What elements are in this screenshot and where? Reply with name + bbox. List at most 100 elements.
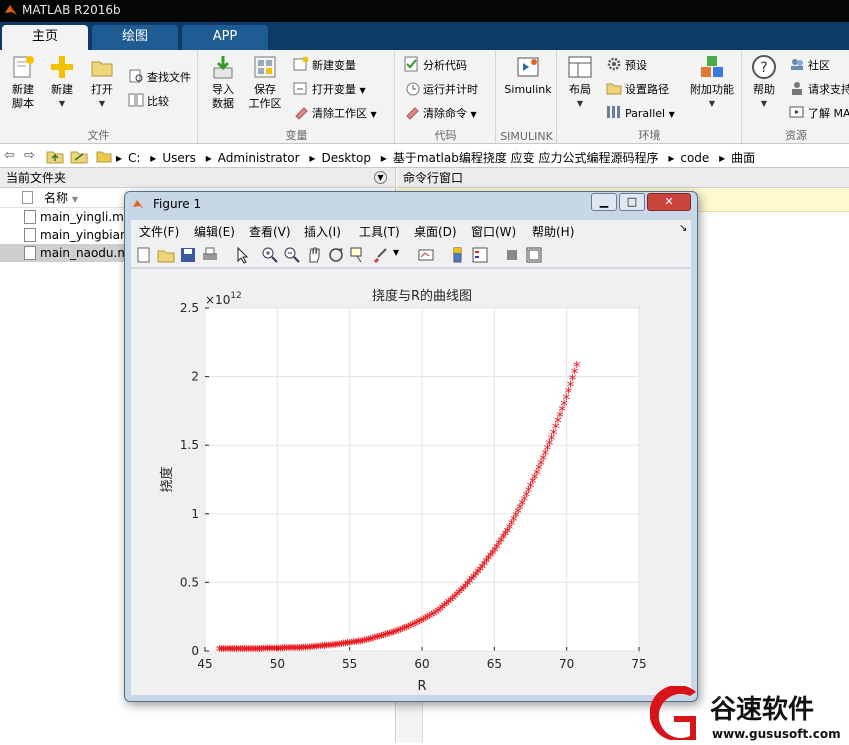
ribbon: 新建 脚本 新建 ▼ 打开 ▼ 查找文件 比较 文件 导入 数据 保存 工作区 … [0,50,849,144]
chevron-down-icon[interactable]: ▼ [393,248,399,257]
show-plot-tools-icon[interactable] [525,246,543,264]
breadcrumb-item[interactable]: Users [162,151,196,165]
rotate-3d-icon[interactable] [327,246,345,264]
save-icon[interactable] [179,246,197,264]
compare-button[interactable]: 比较 [128,92,169,112]
open-file-icon[interactable] [157,246,175,264]
data-cursor-icon[interactable] [349,246,367,264]
print-icon[interactable] [201,246,219,264]
open-variable-button[interactable]: 打开变量 ▼ [293,80,366,100]
analyze-code-button[interactable]: 分析代码 [404,56,467,76]
menu-edit[interactable]: 编辑(E) [194,223,235,240]
brush-icon[interactable] [371,246,389,264]
menu-dock-icon[interactable]: ↘ [679,223,687,234]
import-data-button[interactable]: 导入 数据 [205,54,241,111]
new-button[interactable]: 新建 ▼ [46,54,78,111]
close-button[interactable]: ✕ [647,193,691,211]
tab-plots[interactable]: 绘图 [92,25,178,50]
group-label-simulink: SIMULINK [500,130,553,143]
import-data-icon [210,54,236,80]
set-path-button[interactable]: 设置路径 [606,80,669,100]
parallel-icon [606,104,622,120]
community-button[interactable]: 社区 [789,56,830,76]
import-data-label: 导入 数据 [212,83,234,110]
y-exponent-base: ×10 [205,293,230,307]
learn-matlab-button[interactable]: 了解 MA [789,104,849,124]
clear-commands-button[interactable]: 清除命令 ▼ [404,104,477,124]
simulink-button[interactable]: Simulink [503,54,553,97]
x-tick-label: 45 [197,657,212,671]
colorbar-icon[interactable] [449,246,467,264]
y-axis-label: 挠度 [159,466,175,492]
request-support-label: 请求支持 [808,83,849,96]
open-button[interactable]: 打开 ▼ [86,54,118,111]
menu-insert[interactable]: 插入(I) [304,223,341,240]
menu-file[interactable]: 文件(F) [139,223,179,240]
figure-window[interactable]: Figure 1 ▁ □ ✕ 文件(F) 编辑(E) 查看(V) 插入(I) 工… [124,191,698,702]
x-tick-label: 65 [487,657,502,671]
find-files-icon [128,68,144,84]
browse-folder-icon[interactable] [70,148,88,168]
new-variable-button[interactable]: 新建变量 [293,56,356,76]
simulink-icon [515,54,541,80]
find-files-button[interactable]: 查找文件 [128,68,191,88]
menu-help[interactable]: 帮助(H) [532,223,574,240]
ribbon-group-simulink: Simulink SIMULINK [497,50,557,144]
breadcrumb-item[interactable]: code [680,151,709,165]
pointer-icon[interactable] [233,246,251,264]
breadcrumb-item[interactable]: Desktop [321,151,371,165]
link-plot-icon[interactable] [417,246,435,264]
menu-window[interactable]: 窗口(W) [471,223,516,240]
request-support-button[interactable]: 请求支持 [789,80,849,100]
chevron-down-icon: ▼ [668,110,675,119]
folder-open-icon [89,54,115,80]
figure-title-bar[interactable]: Figure 1 ▁ □ ✕ [125,192,697,218]
legend-icon[interactable] [471,246,489,264]
maximize-icon: □ [626,195,638,208]
back-arrow-icon[interactable]: ⇦ [4,148,15,163]
clear-workspace-button[interactable]: 清除工作区 ▼ [293,104,377,124]
tab-home[interactable]: 主页 [2,25,88,50]
menu-tools[interactable]: 工具(T) [359,223,400,240]
breadcrumb-separator: ▸ [150,151,157,165]
parallel-label: Parallel [625,107,666,120]
new-script-button[interactable]: 新建 脚本 [6,54,40,111]
command-window-title: 命令行窗口 [403,171,464,185]
new-figure-icon[interactable] [135,246,153,264]
new-variable-icon [293,56,309,72]
breadcrumb-separator: ▸ [309,151,316,165]
y-tick-label: 2.5 [180,301,199,315]
minimize-button[interactable]: ▁ [591,193,617,211]
maximize-button[interactable]: □ [619,193,645,211]
breadcrumb-item[interactable]: Administrator [218,151,300,165]
learn-matlab-label: 了解 MA [808,107,849,120]
panel-options-icon[interactable]: ▼ [374,171,387,184]
preferences-button[interactable]: 预设 [606,56,647,76]
add-ons-button[interactable]: 附加功能 ▼ [686,54,738,111]
forward-arrow-icon[interactable]: ⇨ [24,148,35,163]
zoom-out-icon[interactable] [283,246,301,264]
clear-commands-label: 清除命令 [423,107,467,120]
run-and-time-button[interactable]: 运行并计时 [404,80,478,100]
breadcrumb-item[interactable]: C: [128,151,140,165]
learn-icon [789,104,805,120]
breadcrumb-separator: ▸ [719,151,726,165]
menu-view[interactable]: 查看(V) [249,223,291,240]
file-name: main_naodu.m [40,246,130,260]
breadcrumb-item[interactable]: 基于matlab编程挠度 应变 应力公式编程源码程序 [393,151,659,165]
parallel-button[interactable]: Parallel ▼ [606,104,675,124]
compare-label: 比较 [147,95,169,108]
pan-hand-icon[interactable] [305,246,323,264]
save-workspace-button[interactable]: 保存 工作区 [245,54,285,111]
menu-desktop[interactable]: 桌面(D) [414,223,457,240]
tab-apps[interactable]: APP [182,25,268,50]
hide-plot-tools-icon[interactable] [503,246,521,264]
chart-svg[interactable]: 00.511.522.5 45 50 55 60 65 70 75 ************… [131,269,691,695]
svg-text:?: ? [760,60,767,76]
layout-button[interactable]: 布局 ▼ [564,54,596,111]
plot-area[interactable]: 0 0.5 1 1.5 2 2.5 45 50 55 60 65 70 75 * * * * * * * * * * * *… [131,269,691,695]
zoom-in-icon[interactable] [261,246,279,264]
help-button[interactable]: ? 帮助 ▼ [747,54,781,111]
up-folder-icon[interactable] [46,148,64,168]
breadcrumb-item[interactable]: 曲面 [731,151,755,165]
